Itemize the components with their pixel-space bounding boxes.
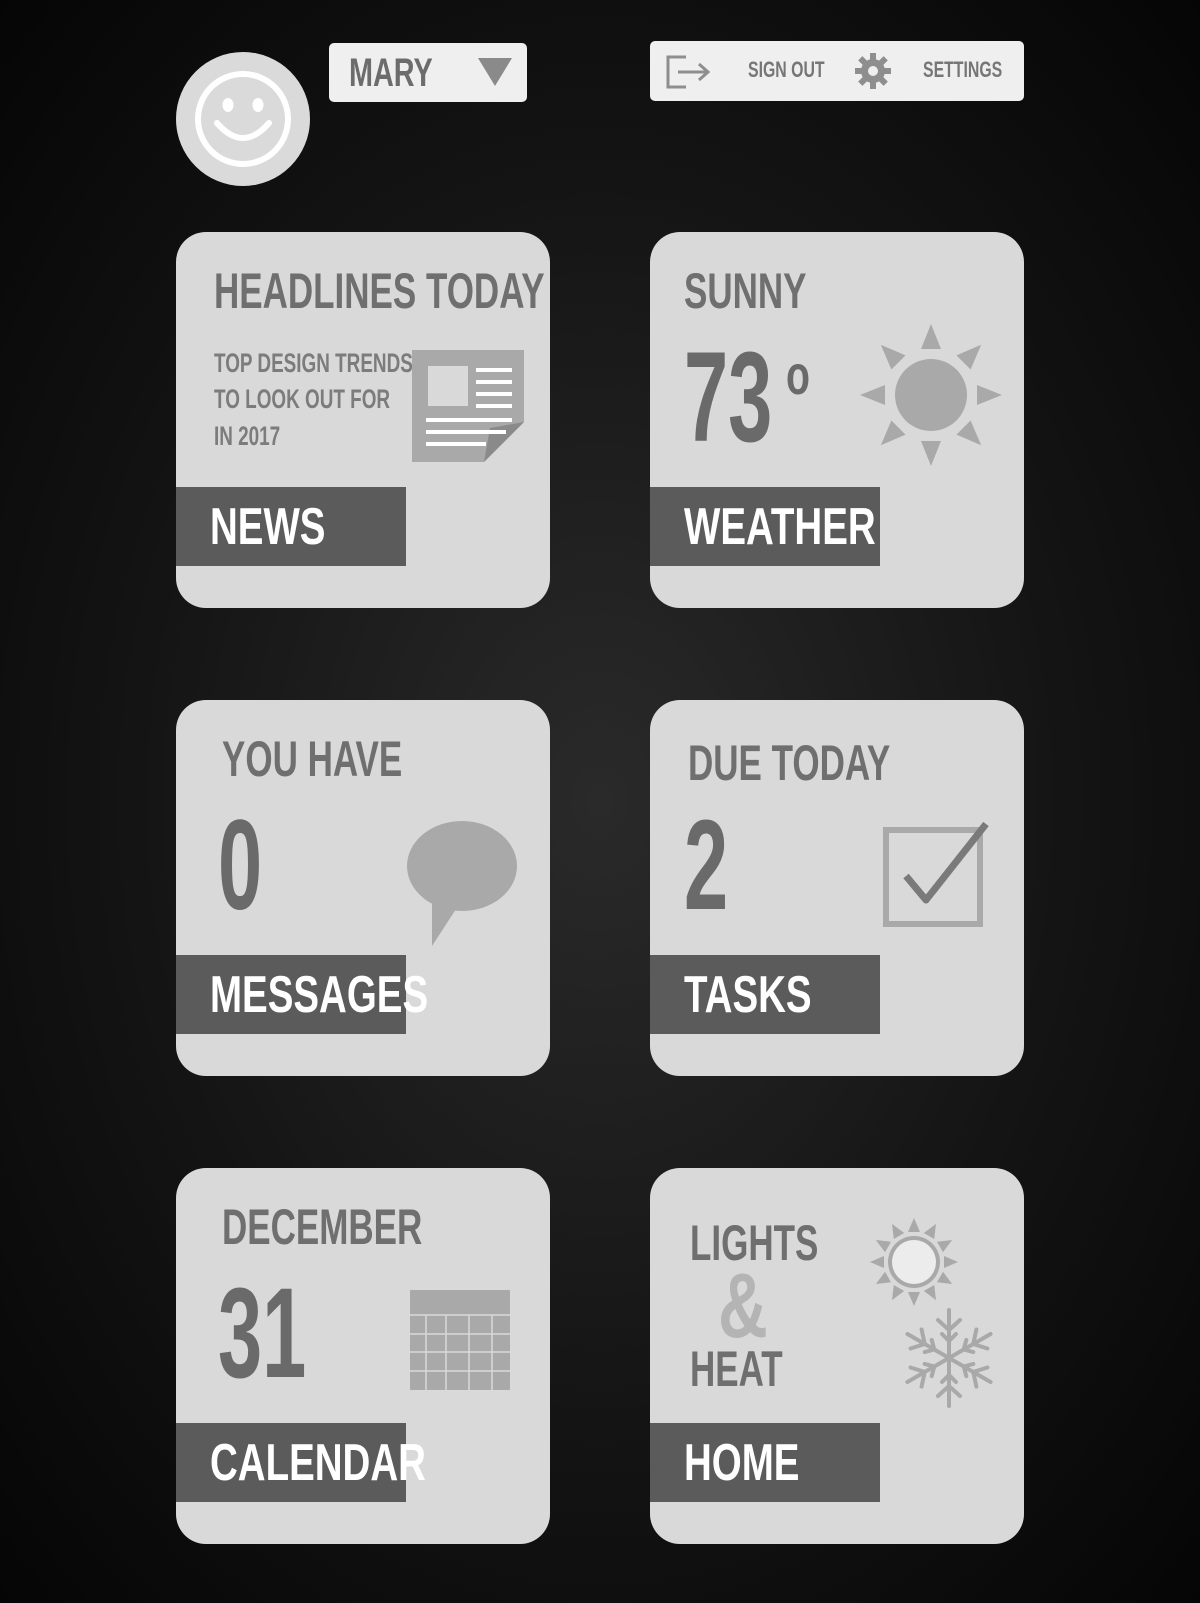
news-tile[interactable]: HEADLINES TODAY TOP DESIGN TRENDS TO LOO… [176, 232, 550, 608]
sign-out-icon [666, 55, 711, 89]
weather-label-band: WEATHER [650, 487, 880, 566]
news-heading: HEADLINES TODAY [214, 263, 545, 319]
messages-label-band: MESSAGES [176, 955, 428, 1034]
messages-tile[interactable]: YOU HAVE 0 MESSAGES [176, 700, 550, 1076]
weather-condition: SUNNY [684, 263, 807, 319]
smiley-face-icon [195, 71, 291, 167]
gear-icon [855, 53, 891, 89]
calendar-grid-icon [410, 1290, 510, 1390]
sun-icon [860, 324, 1002, 466]
degree-symbol: o [786, 343, 810, 406]
weather-tile[interactable]: SUNNY 73 o WEATHER [650, 232, 1024, 608]
news-label-band: NEWS [176, 487, 406, 566]
speech-bubble-icon [407, 821, 517, 946]
snowflake-icon [905, 1308, 993, 1408]
weather-temperature: 73 [684, 326, 773, 469]
home-tile[interactable]: LIGHTS & HEAT HOME [650, 1168, 1024, 1544]
tasks-label-band: TASKS [650, 955, 880, 1034]
user-name: MARY [349, 51, 433, 95]
weather-label: WEATHER [684, 498, 876, 556]
home-label: HOME [684, 1434, 800, 1492]
news-headline-line-2: TO LOOK OUT FOR [214, 384, 391, 414]
settings-button[interactable]: SETTINGS [855, 49, 1015, 93]
tasks-heading: DUE TODAY [688, 735, 891, 791]
avatar[interactable] [176, 52, 310, 186]
messages-heading: YOU HAVE [222, 731, 403, 787]
user-dropdown[interactable]: MARY [329, 43, 527, 102]
chevron-down-icon [478, 58, 512, 86]
newspaper-icon [412, 350, 524, 462]
calendar-tile[interactable]: DECEMBER 31 CALENDAR [176, 1168, 550, 1544]
calendar-label-band: CALENDAR [176, 1423, 426, 1502]
home-heat-label: HEAT [690, 1341, 783, 1397]
checkbox-checked-icon [883, 821, 989, 927]
news-headline-line-1: TOP DESIGN TRENDS [214, 348, 413, 378]
calendar-month: DECEMBER [222, 1199, 423, 1255]
calendar-day: 31 [218, 1262, 307, 1405]
tasks-label: TASKS [684, 966, 812, 1024]
messages-count: 0 [218, 794, 263, 937]
calendar-label: CALENDAR [210, 1434, 426, 1492]
settings-label: SETTINGS [923, 57, 1003, 82]
news-label: NEWS [210, 498, 326, 556]
tasks-count: 2 [684, 794, 729, 937]
sun-icon [870, 1218, 958, 1306]
news-headline-line-3: IN 2017 [214, 421, 281, 451]
home-label-band: HOME [650, 1423, 880, 1502]
top-toolbar: SIGN OUT SETTINGS [650, 41, 1024, 101]
messages-label: MESSAGES [210, 966, 429, 1024]
sign-out-button[interactable]: SIGN OUT [662, 49, 832, 93]
tasks-tile[interactable]: DUE TODAY 2 TASKS [650, 700, 1024, 1076]
sign-out-label: SIGN OUT [748, 57, 825, 82]
